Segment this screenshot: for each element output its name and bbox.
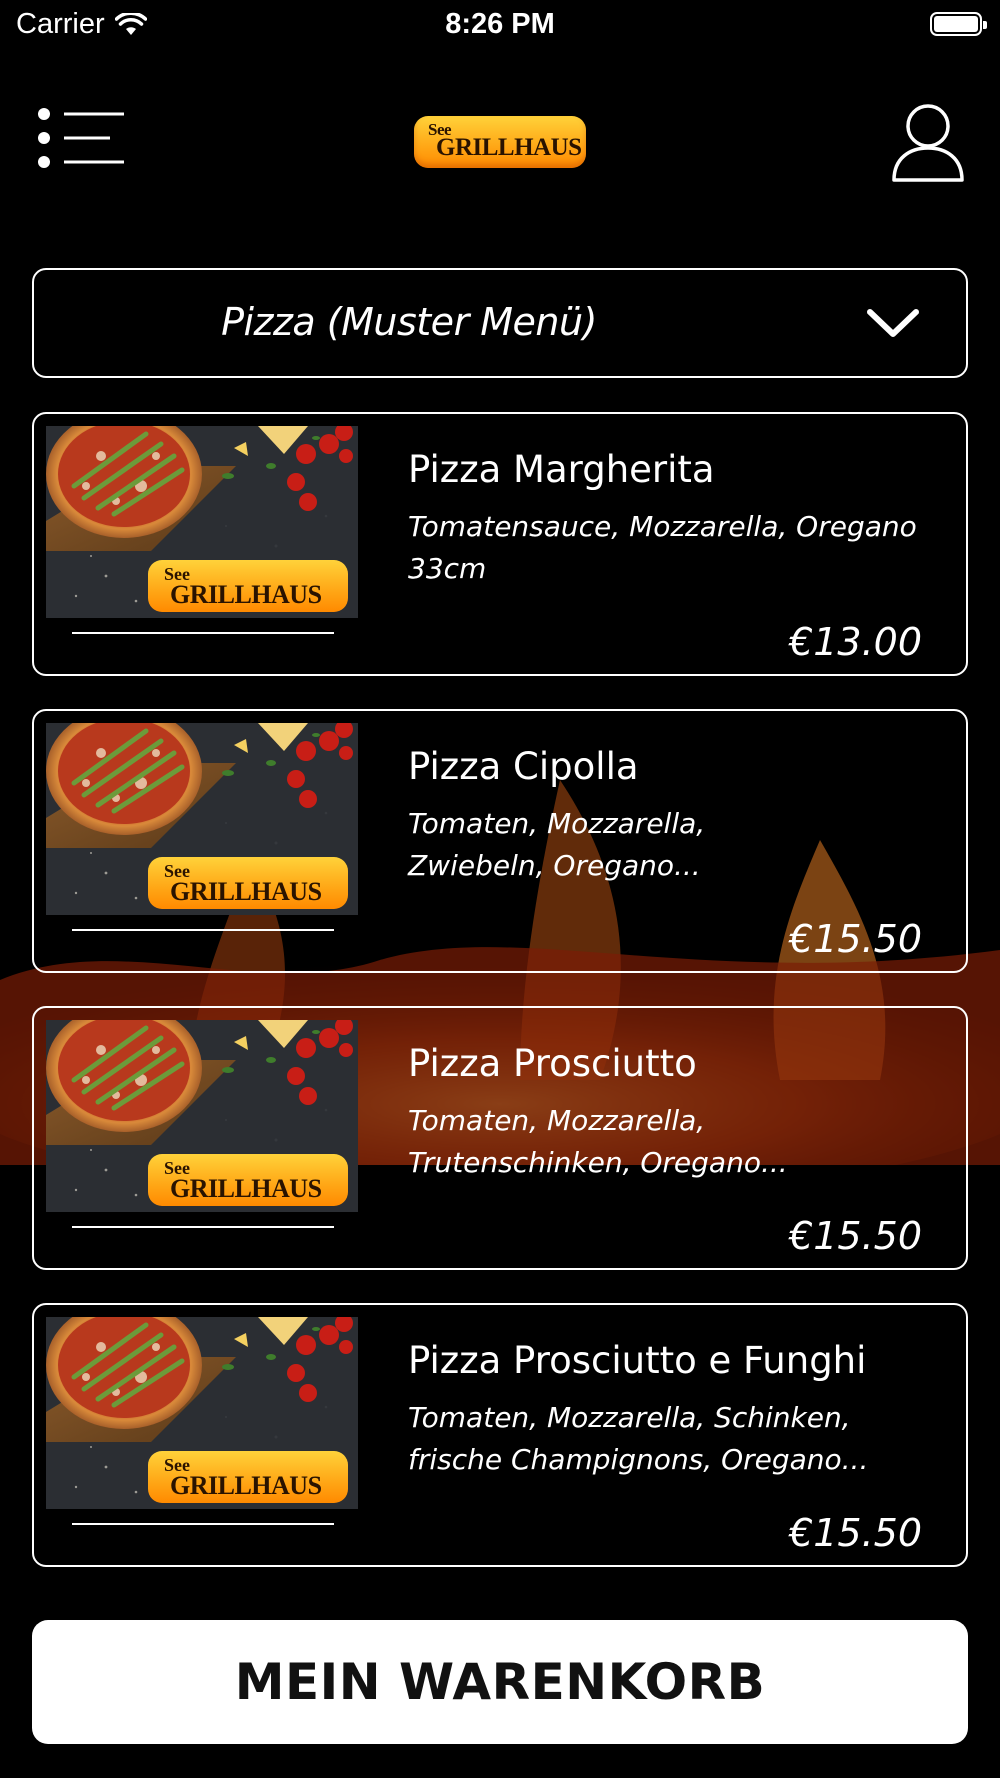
- item-name: Pizza Margherita: [408, 448, 715, 491]
- image-logo-badge: See GRILLHAUS: [148, 1154, 348, 1206]
- pizza-image: See GRILLHAUS: [46, 1020, 358, 1212]
- badge-main-text: GRILLHAUS: [170, 1174, 322, 1203]
- pizza-image: See GRILLHAUS: [46, 723, 358, 915]
- menu-item-card[interactable]: See GRILLHAUS Pizza Cipolla Tomaten, Moz…: [32, 709, 968, 973]
- image-divider: [72, 632, 334, 634]
- item-description: Tomaten, Mozzarella, Trutenschinken, Ore…: [408, 1104, 788, 1179]
- menu-button[interactable]: [34, 104, 126, 172]
- item-price: €15.50: [789, 917, 922, 961]
- profile-button[interactable]: [890, 102, 966, 184]
- top-nav: See GRILLHAUS: [0, 90, 1000, 190]
- brand-logo[interactable]: See GRILLHAUS: [414, 116, 586, 168]
- image-divider: [72, 1226, 334, 1228]
- status-bar: Carrier 8:26 PM: [0, 0, 1000, 50]
- image-divider: [72, 929, 334, 931]
- logo-main-text: GRILLHAUS: [436, 134, 582, 161]
- item-name: Pizza Prosciutto: [408, 1042, 697, 1085]
- item-name: Pizza Prosciutto e Funghi: [408, 1339, 867, 1382]
- chevron-down-icon: [867, 309, 919, 337]
- badge-main-text: GRILLHAUS: [170, 580, 322, 609]
- image-logo-badge: See GRILLHAUS: [148, 560, 348, 612]
- menu-item-card[interactable]: See GRILLHAUS Pizza Prosciutto Tomaten, …: [32, 1006, 968, 1270]
- item-description: Tomaten, Mozzarella, Zwiebeln, Oregano..…: [408, 807, 706, 882]
- item-name: Pizza Cipolla: [408, 745, 639, 788]
- image-logo-badge: See GRILLHAUS: [148, 857, 348, 909]
- cart-button[interactable]: MEIN WARENKORB: [32, 1620, 968, 1744]
- category-selected-label: Pizza (Muster Menü): [221, 300, 597, 344]
- item-price: €15.50: [789, 1511, 922, 1555]
- item-description: Tomaten, Mozzarella, Schinken, frische C…: [408, 1401, 869, 1476]
- menu-item-card[interactable]: See GRILLHAUS Pizza Prosciutto e Funghi …: [32, 1303, 968, 1567]
- cart-button-label: MEIN WARENKORB: [234, 1653, 766, 1711]
- image-divider: [72, 1523, 334, 1525]
- battery-icon: [930, 12, 987, 36]
- user-icon: [892, 104, 964, 182]
- badge-main-text: GRILLHAUS: [170, 877, 322, 906]
- battery-nub: [983, 21, 987, 29]
- image-logo-badge: See GRILLHAUS: [148, 1451, 348, 1503]
- menu-item-card[interactable]: See GRILLHAUS Pizza Margherita Tomatensa…: [32, 412, 968, 676]
- pizza-image: See GRILLHAUS: [46, 426, 358, 618]
- status-time: 8:26 PM: [445, 8, 555, 40]
- category-dropdown[interactable]: Pizza (Muster Menü): [32, 268, 968, 378]
- pizza-image: See GRILLHAUS: [46, 1317, 358, 1509]
- menu-list-icon: [38, 108, 124, 168]
- battery-fill: [934, 16, 978, 32]
- item-description: Tomatensauce, Mozzarella, Oregano 33cm: [408, 510, 917, 585]
- item-price: €13.00: [789, 620, 922, 664]
- item-price: €15.50: [789, 1214, 922, 1258]
- badge-main-text: GRILLHAUS: [170, 1471, 322, 1500]
